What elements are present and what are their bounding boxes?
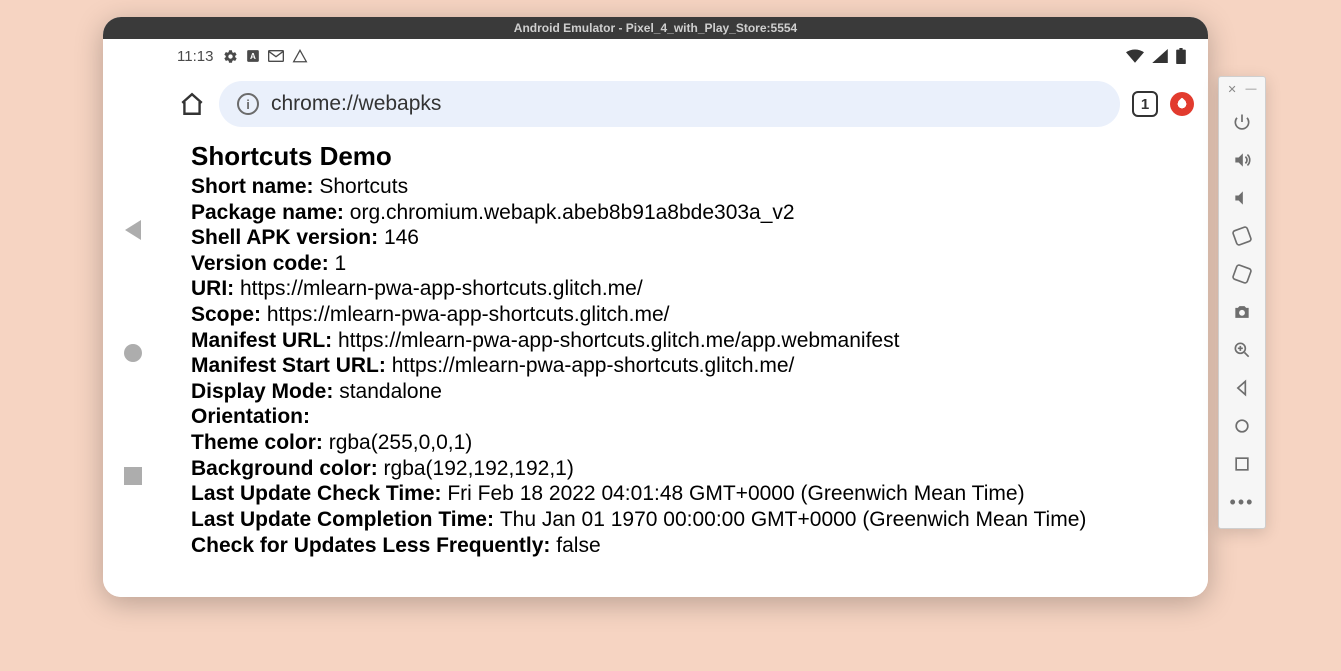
back-softkey[interactable] bbox=[124, 221, 142, 239]
field-value: Shortcuts bbox=[319, 175, 408, 198]
field-value: Fri Feb 18 2022 04:01:48 GMT+0000 (Green… bbox=[447, 482, 1024, 505]
url-text: chrome://webapks bbox=[271, 92, 441, 116]
field-value: standalone bbox=[339, 380, 442, 403]
field-label: Theme color: bbox=[191, 431, 329, 454]
screenshot-button[interactable] bbox=[1224, 294, 1260, 330]
field-row: Short name: Shortcuts bbox=[191, 174, 1180, 200]
extension-icon[interactable] bbox=[1170, 92, 1194, 116]
field-label: Shell APK version: bbox=[191, 226, 384, 249]
field-value: 146 bbox=[384, 226, 419, 249]
overview-softkey[interactable] bbox=[124, 467, 142, 485]
chrome-toolbar: i chrome://webapks 1 bbox=[163, 73, 1208, 135]
field-label: Display Mode: bbox=[191, 380, 339, 403]
phone-area: 11:13 A bbox=[103, 39, 1208, 597]
more-button[interactable]: ••• bbox=[1224, 484, 1260, 520]
field-row: URI: https://mlearn-pwa-app-shortcuts.gl… bbox=[191, 276, 1180, 302]
emulator-control-panel: ✕ — ••• bbox=[1218, 76, 1266, 529]
field-label: Last Update Completion Time: bbox=[191, 508, 500, 531]
field-label: Version code: bbox=[191, 252, 335, 275]
field-label: Short name: bbox=[191, 175, 319, 198]
field-value: Thu Jan 01 1970 00:00:00 GMT+0000 (Green… bbox=[500, 508, 1087, 531]
field-row: Display Mode: standalone bbox=[191, 379, 1180, 405]
drive-icon bbox=[292, 49, 308, 63]
field-label: Scope: bbox=[191, 303, 267, 326]
field-label: Manifest URL: bbox=[191, 329, 338, 352]
field-value: org.chromium.webapk.abeb8b91a8bde303a_v2 bbox=[350, 201, 795, 224]
field-label: Orientation: bbox=[191, 405, 310, 428]
field-row: Version code: 1 bbox=[191, 251, 1180, 277]
app-icon-a: A bbox=[246, 49, 260, 63]
field-value: https://mlearn-pwa-app-shortcuts.glitch.… bbox=[338, 329, 899, 352]
gmail-icon bbox=[268, 49, 284, 63]
close-window-button[interactable]: ✕ bbox=[1227, 83, 1236, 96]
field-row: Manifest URL: https://mlearn-pwa-app-sho… bbox=[191, 328, 1180, 354]
field-row: Package name: org.chromium.webapk.abeb8b… bbox=[191, 200, 1180, 226]
field-value: rgba(192,192,192,1) bbox=[384, 457, 574, 480]
status-bar: 11:13 A bbox=[163, 39, 1208, 73]
field-value: rgba(255,0,0,1) bbox=[329, 431, 473, 454]
field-label: Manifest Start URL: bbox=[191, 354, 392, 377]
back-button[interactable] bbox=[1224, 370, 1260, 406]
phone-screen: 11:13 A bbox=[163, 39, 1208, 597]
emulator-window: Android Emulator - Pixel_4_with_Play_Sto… bbox=[103, 17, 1208, 597]
home-button[interactable] bbox=[1224, 408, 1260, 444]
omnibox[interactable]: i chrome://webapks bbox=[219, 81, 1120, 127]
window-title: Android Emulator - Pixel_4_with_Play_Sto… bbox=[514, 21, 797, 35]
rotate-right-button[interactable] bbox=[1224, 256, 1260, 292]
battery-icon bbox=[1176, 48, 1186, 64]
window-controls: ✕ — bbox=[1219, 81, 1265, 102]
home-icon[interactable] bbox=[177, 89, 207, 119]
svg-text:A: A bbox=[250, 52, 256, 61]
field-list: Short name: ShortcutsPackage name: org.c… bbox=[191, 174, 1180, 558]
wifi-icon bbox=[1126, 49, 1144, 63]
field-label: Last Update Check Time: bbox=[191, 482, 447, 505]
field-row: Manifest Start URL: https://mlearn-pwa-a… bbox=[191, 353, 1180, 379]
home-softkey[interactable] bbox=[124, 344, 142, 362]
zoom-button[interactable] bbox=[1224, 332, 1260, 368]
field-row: Last Update Check Time: Fri Feb 18 2022 … bbox=[191, 481, 1180, 507]
field-row: Orientation: bbox=[191, 404, 1180, 430]
rotate-left-button[interactable] bbox=[1224, 218, 1260, 254]
field-label: Background color: bbox=[191, 457, 384, 480]
field-row: Theme color: rgba(255,0,0,1) bbox=[191, 430, 1180, 456]
page-title: Shortcuts Demo bbox=[191, 141, 1180, 172]
field-row: Check for Updates Less Frequently: false bbox=[191, 533, 1180, 559]
field-value: https://mlearn-pwa-app-shortcuts.glitch.… bbox=[392, 354, 795, 377]
field-value: false bbox=[556, 534, 600, 557]
field-row: Scope: https://mlearn-pwa-app-shortcuts.… bbox=[191, 302, 1180, 328]
field-value: https://mlearn-pwa-app-shortcuts.glitch.… bbox=[267, 303, 670, 326]
field-row: Shell APK version: 146 bbox=[191, 225, 1180, 251]
field-value: 1 bbox=[335, 252, 347, 275]
minimize-window-button[interactable]: — bbox=[1246, 83, 1257, 96]
tab-count-button[interactable]: 1 bbox=[1132, 91, 1158, 117]
field-row: Background color: rgba(192,192,192,1) bbox=[191, 456, 1180, 482]
status-clock: 11:13 bbox=[177, 48, 213, 65]
field-label: Check for Updates Less Frequently: bbox=[191, 534, 556, 557]
android-softkeys bbox=[103, 39, 163, 597]
volume-down-button[interactable] bbox=[1224, 180, 1260, 216]
page-content: Shortcuts Demo Short name: ShortcutsPack… bbox=[163, 135, 1208, 597]
volume-up-button[interactable] bbox=[1224, 142, 1260, 178]
field-label: URI: bbox=[191, 277, 240, 300]
field-value: https://mlearn-pwa-app-shortcuts.glitch.… bbox=[240, 277, 643, 300]
tab-count-value: 1 bbox=[1141, 96, 1149, 113]
gear-icon bbox=[223, 49, 238, 64]
cellular-icon bbox=[1152, 49, 1168, 63]
power-button[interactable] bbox=[1224, 104, 1260, 140]
overview-button[interactable] bbox=[1224, 446, 1260, 482]
info-icon[interactable]: i bbox=[237, 93, 259, 115]
window-titlebar[interactable]: Android Emulator - Pixel_4_with_Play_Sto… bbox=[103, 17, 1208, 39]
field-label: Package name: bbox=[191, 201, 350, 224]
field-row: Last Update Completion Time: Thu Jan 01 … bbox=[191, 507, 1180, 533]
